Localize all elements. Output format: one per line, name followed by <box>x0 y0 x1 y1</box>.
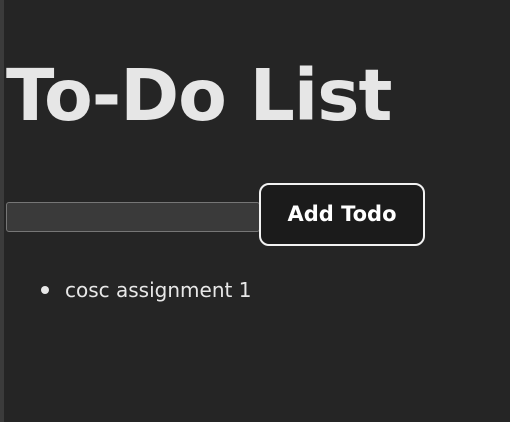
bullet-icon <box>41 286 49 294</box>
add-todo-form: Add Todo <box>6 183 436 247</box>
page-title: To-Do List <box>6 54 392 137</box>
todo-item-text: cosc assignment 1 <box>65 278 252 302</box>
left-edge <box>0 0 4 422</box>
list-item: cosc assignment 1 <box>6 274 426 306</box>
todo-app: To-Do List Add Todo cosc assignment 1 <box>6 0 506 422</box>
todo-list: cosc assignment 1 <box>6 274 426 306</box>
add-todo-button[interactable]: Add Todo <box>259 183 425 246</box>
todo-input[interactable] <box>6 202 260 232</box>
